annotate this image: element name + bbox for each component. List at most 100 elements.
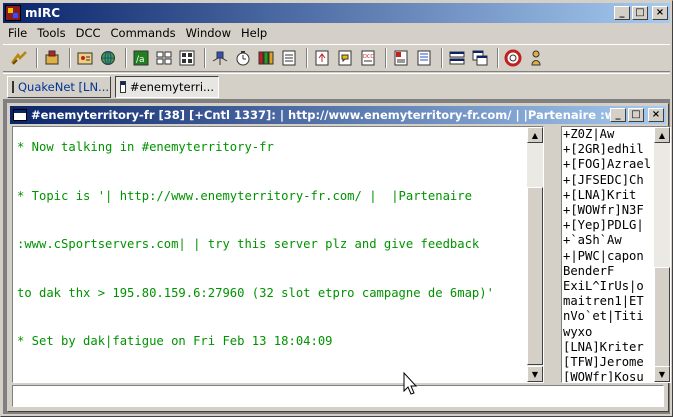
nick-item[interactable]: nVo`et|Titi [563, 309, 653, 324]
nick-item[interactable]: +Z0Z|Aw [563, 127, 653, 142]
svg-text:/a: /a [136, 55, 145, 65]
url-list-button[interactable] [414, 48, 434, 68]
send-file-icon [315, 50, 329, 66]
received-files-icon: DCC [361, 50, 375, 66]
nick-list-panel[interactable]: +Z0Z|Aw +[2GR]edhil +[FOG]Azrael +[JFSED… [561, 126, 671, 383]
channel-window-icon [120, 80, 126, 93]
tile-cascade-button[interactable] [470, 48, 490, 68]
minimize-button[interactable]: _ [614, 6, 630, 20]
switchbar: QuakeNet [LN... #enemyterri... [3, 73, 670, 99]
chat-line: :www.cSportservers.com| | try this serve… [17, 237, 480, 252]
chat-area[interactable]: * Now talking in #enemyterritory-fr * To… [12, 126, 544, 383]
channels-list-icon [101, 51, 115, 65]
about-icon [531, 50, 541, 66]
menu-commands[interactable]: Commands [106, 26, 181, 40]
colors-button[interactable] [256, 48, 276, 68]
address-book-button[interactable] [75, 48, 95, 68]
message-input[interactable] [12, 385, 664, 407]
dcc-send-button[interactable] [210, 48, 230, 68]
help-icon [504, 49, 522, 67]
nick-item[interactable]: +`aSh`Aw [563, 233, 653, 248]
menu-dcc[interactable]: DCC [71, 26, 106, 40]
connect-icon [11, 51, 27, 65]
tile-horizontal-icon [449, 51, 465, 65]
mirc-window: mIRC _ □ × File Tools DCC Commands Windo… [0, 0, 673, 417]
notify-list-icon [179, 50, 195, 66]
scroll-up-arrow-icon[interactable]: ▲ [654, 127, 670, 143]
window-title: mIRC [25, 6, 61, 20]
channel-maximize-button[interactable]: □ [628, 108, 644, 122]
about-button[interactable] [526, 48, 546, 68]
close-button[interactable]: × [652, 6, 668, 20]
options-icon [45, 50, 59, 65]
title-bar[interactable]: mIRC _ □ × [3, 3, 670, 23]
chat-scrollbar[interactable]: ▲ ▼ [527, 127, 543, 382]
nick-item[interactable]: +[WOWfr]N3F [563, 203, 653, 218]
connect-button[interactable] [9, 48, 29, 68]
colors-icon [258, 51, 274, 65]
address-book-icon [77, 52, 93, 65]
menu-help[interactable]: Help [236, 26, 272, 40]
menu-tools[interactable]: Tools [32, 26, 70, 40]
notes-icon [394, 50, 408, 66]
nick-item[interactable]: wyxo [563, 325, 653, 340]
log-icon [282, 50, 296, 66]
received-files-button[interactable]: DCC [358, 48, 378, 68]
help-button[interactable] [503, 48, 523, 68]
menu-window[interactable]: Window [181, 26, 236, 40]
channels-list-button[interactable] [98, 48, 118, 68]
nick-item[interactable]: +[LNA]Krit [563, 188, 653, 203]
notify-list-button[interactable] [177, 48, 197, 68]
log-button[interactable] [279, 48, 299, 68]
channel-close-button[interactable]: × [648, 108, 664, 122]
nick-item[interactable]: +[2GR]edhil [563, 142, 653, 157]
chat-scroll-thumb[interactable] [527, 187, 543, 365]
scroll-down-arrow-icon[interactable]: ▼ [527, 366, 543, 382]
nick-item[interactable]: [TFW]Jerome [563, 355, 653, 370]
nick-scroll-thumb[interactable] [654, 267, 670, 367]
scroll-up-arrow-icon[interactable]: ▲ [527, 127, 543, 143]
tile-horizontal-button[interactable] [447, 48, 467, 68]
tab-quakenet-status[interactable]: QuakeNet [LN... [7, 75, 111, 98]
timer-button[interactable] [233, 48, 253, 68]
nick-scrollbar[interactable]: ▲ ▼ [654, 127, 670, 382]
script-editor-button[interactable]: /a [131, 48, 151, 68]
svg-text:DCC: DCC [363, 54, 374, 60]
nick-item[interactable]: ExiL^IrUs|o [563, 279, 653, 294]
maximize-button[interactable]: □ [632, 6, 648, 20]
mdi-workspace: #enemyterritory-fr [38] [+Cntl 1337]: | … [3, 99, 671, 414]
nick-list: +Z0Z|Aw +[2GR]edhil +[FOG]Azrael +[JFSED… [563, 127, 653, 382]
tile-cascade-icon [472, 50, 488, 66]
nick-item[interactable]: BenderF [563, 264, 653, 279]
chat-icon [338, 50, 352, 66]
menu-bar: File Tools DCC Commands Window Help [3, 24, 670, 42]
channel-minimize-button[interactable]: _ [610, 108, 626, 122]
query-list-button[interactable] [154, 48, 174, 68]
chat-button[interactable] [335, 48, 355, 68]
chat-line: to dak thx > 195.80.159.6:27960 (32 slot… [17, 285, 494, 300]
notes-button[interactable] [391, 48, 411, 68]
nick-item[interactable]: +[FOG]Azrael [563, 157, 653, 172]
chat-line: * Topic is '| http://www.enemyterritory-… [17, 188, 472, 203]
options-button[interactable] [42, 48, 62, 68]
menu-file[interactable]: File [3, 26, 32, 40]
query-list-icon [156, 51, 172, 65]
toolbar: /a DCC [3, 44, 670, 72]
nick-item[interactable]: maitren1|ET [563, 294, 653, 309]
nick-item[interactable]: +[Yep]PDLG| [563, 218, 653, 233]
chat-log: * Now talking in #enemyterritory-fr * To… [17, 107, 523, 382]
nick-item[interactable]: [WOWfr]Kosu [563, 370, 653, 382]
chat-line: * Now talking in #enemyterritory-fr [17, 139, 274, 154]
channel-window: #enemyterritory-fr [38] [+Cntl 1337]: | … [7, 103, 671, 412]
nick-item[interactable]: [LNA]Kriter [563, 340, 653, 355]
tab-enemyterritory-channel[interactable]: #enemyterri... [115, 75, 219, 98]
send-file-button[interactable] [312, 48, 332, 68]
mirc-app-icon[interactable] [5, 5, 21, 21]
mouse-cursor-icon [403, 372, 417, 395]
scroll-down-arrow-icon[interactable]: ▼ [654, 366, 670, 382]
nick-item[interactable]: +|PWC|capon [563, 249, 653, 264]
tab-label: #enemyterri... [129, 79, 214, 94]
tab-label: QuakeNet [LN... [18, 79, 110, 94]
chat-line: * Set by dak|fatigue on Fri Feb 13 18:04… [17, 334, 333, 349]
nick-item[interactable]: +[JFSEDC]Ch [563, 173, 653, 188]
